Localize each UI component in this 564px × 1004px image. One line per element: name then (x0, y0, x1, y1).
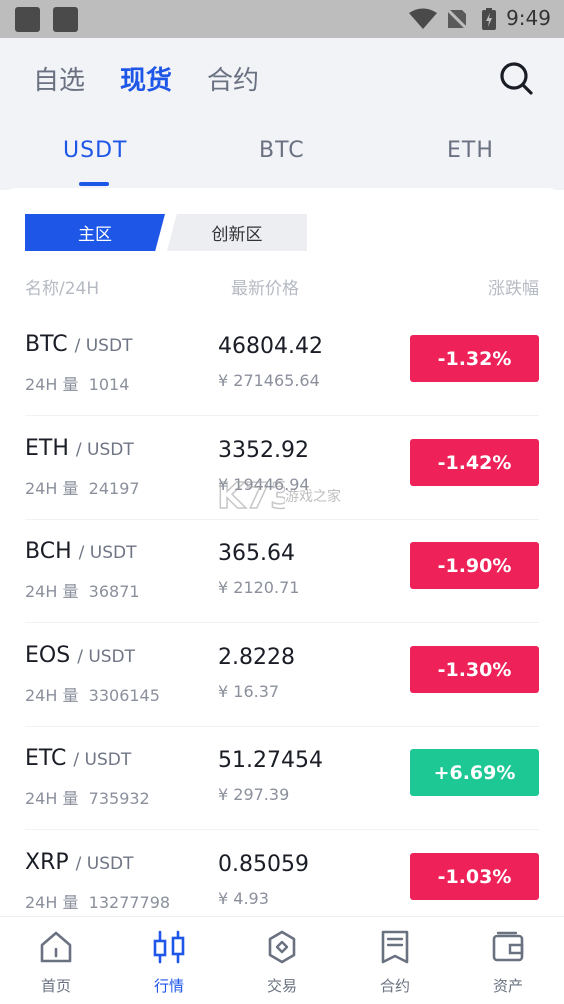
nav-trade-label: 交易 (266, 977, 297, 995)
cny-price: ¥ 19446.94 (218, 475, 310, 494)
quote-tab-btc[interactable]: BTC (259, 138, 305, 163)
pair-symbol: EOS / USDT (25, 643, 136, 668)
change-badge[interactable]: -1.32% (410, 335, 539, 382)
no-signal-icon (446, 8, 468, 30)
status-bar: 9:49 (0, 0, 564, 38)
market-row-eth[interactable]: ETH / USDT 24H 量 24197 3352.92 ¥ 19446.9… (0, 416, 564, 520)
quote-tab-usdt[interactable]: USDT (63, 138, 127, 163)
pair-symbol: BTC / USDT (25, 332, 133, 357)
cny-price: ¥ 297.39 (218, 785, 290, 804)
pair-symbol: BCH / USDT (25, 539, 137, 564)
market-row-btc[interactable]: BTC / USDT 24H 量 1014 46804.42 ¥ 271465.… (0, 312, 564, 416)
nav-market-label: 行情 (153, 977, 184, 995)
clock: 9:49 (506, 6, 551, 30)
trade-icon (268, 930, 296, 964)
market-row-xrp[interactable]: XRP / USDT 24H 量 13277798 0.85059 ¥ 4.93… (0, 830, 564, 916)
zone-main-button[interactable]: 主区 (25, 214, 165, 251)
active-tab-indicator (79, 182, 109, 186)
cny-price: ¥ 271465.64 (218, 371, 320, 390)
nav-assets[interactable]: 资产 (452, 917, 564, 1004)
battery-charging-icon (482, 8, 496, 30)
zone-innovation-button[interactable]: 创新区 (167, 214, 307, 251)
change-badge[interactable]: -1.03% (410, 853, 539, 900)
pair-symbol: XRP / USDT (25, 850, 134, 875)
nav-home-label: 首页 (40, 977, 71, 995)
last-price: 3352.92 (218, 438, 309, 463)
last-price: 365.64 (218, 541, 295, 566)
change-badge[interactable]: -1.90% (410, 542, 539, 589)
market-list-panel: 主区 创新区 名称/24H 最新价格 涨跌幅 BTC / USDT 24H 量 … (0, 188, 564, 916)
market-header: 自选 现货 合约 USDT BTC ETH (0, 38, 564, 190)
nav-contract-label: 合约 (379, 977, 410, 995)
pair-symbol: ETH / USDT (25, 436, 134, 461)
column-header-price: 最新价格 (231, 279, 299, 299)
market-row-etc[interactable]: ETC / USDT 24H 量 735932 51.27454 ¥ 297.3… (0, 726, 564, 830)
home-icon (40, 931, 72, 963)
last-price: 2.8228 (218, 645, 295, 670)
change-badge[interactable]: -1.30% (410, 646, 539, 693)
bottom-nav: 首页 行情 交易 合约 资产 (0, 916, 564, 1004)
cny-price: ¥ 4.93 (218, 889, 269, 908)
market-row-eos[interactable]: EOS / USDT 24H 量 3306145 2.8228 ¥ 16.37 … (0, 623, 564, 727)
nav-home[interactable]: 首页 (0, 917, 112, 1004)
last-price: 0.85059 (218, 852, 309, 877)
column-header-name: 名称/24H (25, 279, 100, 299)
nav-assets-label: 资产 (492, 977, 523, 995)
market-row-bch[interactable]: BCH / USDT 24H 量 36871 365.64 ¥ 2120.71 … (0, 519, 564, 623)
notification-icon (15, 7, 40, 32)
volume-24h: 24H 量 24197 (25, 479, 140, 498)
cny-price: ¥ 2120.71 (218, 578, 300, 597)
wifi-icon (409, 8, 437, 29)
volume-24h: 24H 量 3306145 (25, 686, 160, 705)
change-badge[interactable]: +6.69% (410, 749, 539, 796)
nav-market[interactable]: 行情 (113, 917, 225, 1004)
nav-contract[interactable]: 合约 (339, 917, 451, 1004)
wallet-icon (492, 931, 524, 962)
tab-spot[interactable]: 现货 (120, 60, 172, 97)
candlestick-icon (153, 930, 185, 964)
change-badge[interactable]: -1.42% (410, 439, 539, 486)
search-icon[interactable] (498, 60, 534, 96)
pair-symbol: ETC / USDT (25, 746, 132, 771)
notification-icon (53, 7, 78, 32)
last-price: 51.27454 (218, 748, 323, 773)
contract-icon (381, 930, 409, 964)
volume-24h: 24H 量 13277798 (25, 893, 171, 912)
cny-price: ¥ 16.37 (218, 682, 280, 701)
zone-switcher: 主区 创新区 (25, 214, 307, 251)
nav-trade[interactable]: 交易 (226, 917, 338, 1004)
column-header-change: 涨跌幅 (488, 279, 539, 299)
volume-24h: 24H 量 36871 (25, 582, 140, 601)
tab-contract[interactable]: 合约 (207, 60, 259, 97)
tab-watchlist[interactable]: 自选 (33, 60, 85, 97)
last-price: 46804.42 (218, 334, 323, 359)
volume-24h: 24H 量 735932 (25, 789, 150, 808)
quote-tab-eth[interactable]: ETH (447, 138, 494, 163)
volume-24h: 24H 量 1014 (25, 375, 130, 394)
